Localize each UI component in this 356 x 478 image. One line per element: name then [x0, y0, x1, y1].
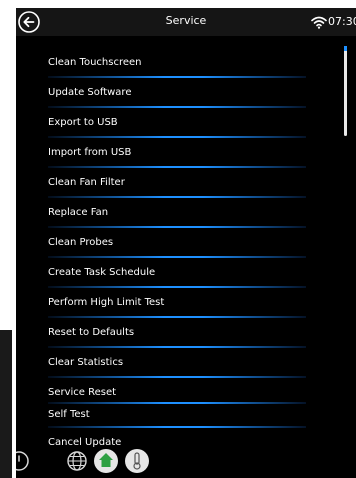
menu-divider [48, 196, 306, 198]
header-bar: Service 07:30 [16, 8, 356, 36]
menu-divider [48, 426, 306, 428]
power-icon [16, 451, 29, 471]
menu-item-import-from-usb[interactable]: Import from USB [16, 146, 336, 174]
menu-divider [48, 76, 306, 78]
scrollbar-thumb[interactable] [344, 46, 347, 136]
home-icon [94, 449, 118, 473]
wifi-icon [311, 16, 327, 29]
language-button[interactable] [66, 450, 88, 476]
service-menu-list: Clean Touchscreen Update Software Export… [16, 36, 356, 456]
menu-item-clear-statistics[interactable]: Clear Statistics [16, 356, 336, 384]
menu-item-perform-high-limit-test[interactable]: Perform High Limit Test [16, 296, 336, 324]
menu-item-label: Self Test [48, 409, 90, 420]
globe-icon [67, 451, 87, 471]
menu-item-self-test[interactable]: Self Test [16, 408, 336, 436]
menu-item-label: Import from USB [48, 147, 132, 158]
bottom-toolbar [16, 438, 356, 478]
menu-item-clean-touchscreen[interactable]: Clean Touchscreen [16, 56, 336, 84]
scrollbar-indicator [344, 46, 347, 51]
menu-item-label: Clear Statistics [48, 357, 124, 368]
menu-item-label: Perform High Limit Test [48, 297, 165, 308]
menu-divider [48, 376, 306, 378]
menu-item-label: Clean Touchscreen [48, 57, 142, 68]
temperature-icon [125, 449, 149, 473]
page-title: Service [165, 14, 207, 27]
menu-item-create-task-schedule[interactable]: Create Task Schedule [16, 266, 336, 294]
menu-item-label: Replace Fan [48, 207, 109, 218]
menu-divider [48, 346, 306, 348]
menu-divider [48, 286, 306, 288]
menu-item-clean-fan-filter[interactable]: Clean Fan Filter [16, 176, 336, 204]
menu-divider [48, 226, 306, 228]
menu-divider [48, 316, 306, 318]
clock: 07:30 [328, 15, 356, 28]
temperature-button[interactable] [124, 448, 150, 478]
power-button[interactable] [16, 450, 30, 476]
menu-item-label: Update Software [48, 87, 132, 98]
device-screen: Service 07:30 Clean Touchscreen Update S… [16, 8, 356, 478]
menu-item-label: Clean Probes [48, 237, 114, 248]
device-bezel [0, 330, 12, 478]
home-button[interactable] [93, 448, 119, 478]
menu-item-clean-probes[interactable]: Clean Probes [16, 236, 336, 264]
menu-divider [48, 402, 306, 404]
menu-divider [48, 256, 306, 258]
menu-item-label: Export to USB [48, 117, 118, 128]
menu-item-label: Reset to Defaults [48, 327, 135, 338]
menu-item-label: Create Task Schedule [48, 267, 156, 278]
menu-item-label: Clean Fan Filter [48, 177, 125, 188]
menu-divider [48, 136, 306, 138]
menu-item-label: Service Reset [48, 387, 117, 398]
menu-item-update-software[interactable]: Update Software [16, 86, 336, 114]
menu-item-export-to-usb[interactable]: Export to USB [16, 116, 336, 144]
menu-item-replace-fan[interactable]: Replace Fan [16, 206, 336, 234]
menu-divider [48, 166, 306, 168]
menu-divider [48, 106, 306, 108]
menu-item-reset-to-defaults[interactable]: Reset to Defaults [16, 326, 336, 354]
